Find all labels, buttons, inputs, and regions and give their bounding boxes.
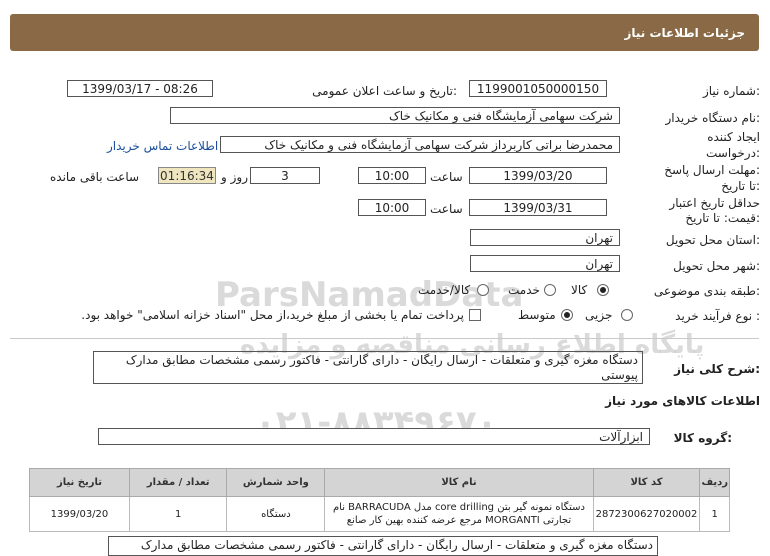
col-unit: واحد شمارش [226,468,326,497]
category-option-goods: کالا [571,283,588,297]
requester-label-line2: درخواست: [706,146,760,160]
goods-table-header-row: ردیف کد کالا نام کالا واحد شمارش تعداد /… [29,468,730,497]
process-radio-minor[interactable] [621,309,633,321]
treasury-note: پرداخت تمام یا بخشی از مبلغ خرید،از محل … [81,308,464,322]
process-option-minor: جزیی [585,308,613,322]
reply-days-label: روز و [221,170,248,184]
buyer-org-label: نام دستگاه خریدار: [665,111,761,125]
divider [10,338,759,339]
page-title: جزئیات اطلاعات نیاز [624,26,745,40]
row-date: 1399/03/20 [29,496,130,532]
reply-deadline-label-line2: تا تاریخ: [721,179,760,193]
goods-info-title: اطلاعات کالاهای مورد نیاز [605,394,760,408]
goods-table: ردیف کد کالا نام کالا واحد شمارش تعداد /… [29,468,730,532]
col-index: ردیف [699,468,730,497]
row-name-line2: تجارتی MORGANTI مرجع عرضه کننده بهین کار… [346,515,572,526]
row-unit: دستگاه [226,496,326,532]
reply-days-field: 3 [250,167,320,184]
reply-time-label: ساعت [430,170,463,184]
reply-date-field: 1399/03/20 [469,167,607,184]
validity-time-label: ساعت [430,202,463,216]
row-index: 1 [699,496,730,532]
bottom-description-box: دستگاه مغزه گیری و متعلقات - ارسال رایگا… [108,536,658,556]
col-name: نام کالا [324,468,594,497]
buyer-org-field: شرکت سهامی آزمایشگاه فنی و مکانیک خاک [170,107,620,124]
page-header: جزئیات اطلاعات نیاز [10,14,759,51]
category-radio-both[interactable] [477,284,489,296]
delivery-province-field: تهران [470,229,620,246]
treasury-checkbox[interactable] [469,309,481,321]
requester-field: محمدرضا براتی کاربرداز شرکت سهامی آزمایش… [220,136,620,153]
announce-datetime-label: تاریخ و ساعت اعلان عمومی: [312,84,457,98]
purchase-process-label: نوع فرآیند خرید : [675,309,760,323]
process-option-medium: متوسط [518,308,556,322]
description-label: شرح کلی نیاز: [674,362,760,376]
buyer-contact-link[interactable]: اطلاعات تماس خریدار [107,139,218,153]
need-number-label: شماره نیاز: [702,84,760,98]
category-label: طبقه بندی موضوعی: [653,284,760,298]
goods-group-field: ابزارآلات [98,428,650,445]
remaining-time-field: 01:16:34 [158,167,216,184]
reply-time-field: 10:00 [358,167,426,184]
requester-label-line1: ایجاد کننده [707,130,760,144]
delivery-city-label: شهر محل تحویل: [673,259,760,273]
category-radio-service[interactable] [544,284,556,296]
delivery-province-label: استان محل تحویل: [665,233,760,247]
table-row: 1 2872300627020002 دستگاه نمونه گیر بتن … [29,496,730,532]
price-validity-label-line2: قیمت: تا تاریخ: [685,211,760,225]
row-name: دستگاه نمونه گیر بتن core drilling مدل B… [324,496,594,532]
reply-deadline-label-line1: مهلت ارسال پاسخ: [664,163,760,177]
validity-date-field: 1399/03/31 [469,199,607,216]
price-validity-label-line1: حداقل تاریخ اعتبار [669,196,760,210]
delivery-city-field: تهران [470,255,620,272]
category-option-service: خدمت [508,283,540,297]
category-radio-goods[interactable] [597,284,609,296]
col-code: کد کالا [592,468,701,497]
remaining-time-label: ساعت باقی مانده [50,170,140,184]
description-field: دستگاه مغزه گیری و متعلقات - ارسال رایگا… [93,351,643,384]
row-qty: 1 [128,496,228,532]
need-number-field: 1199001050000150 [469,80,607,97]
row-name-line1: دستگاه نمونه گیر بتن core drilling مدل B… [332,502,586,513]
col-date: تاریخ نیاز [29,468,130,497]
category-option-both: کالا/خدمت [418,283,471,297]
row-code: 2872300627020002 [592,496,701,532]
goods-group-label: گروه کالا: [673,431,732,445]
col-qty: تعداد / مقدار [128,468,228,497]
announce-datetime-field: 1399/03/17 - 08:26 [67,80,213,97]
validity-time-field: 10:00 [358,199,426,216]
process-radio-medium[interactable] [561,309,573,321]
